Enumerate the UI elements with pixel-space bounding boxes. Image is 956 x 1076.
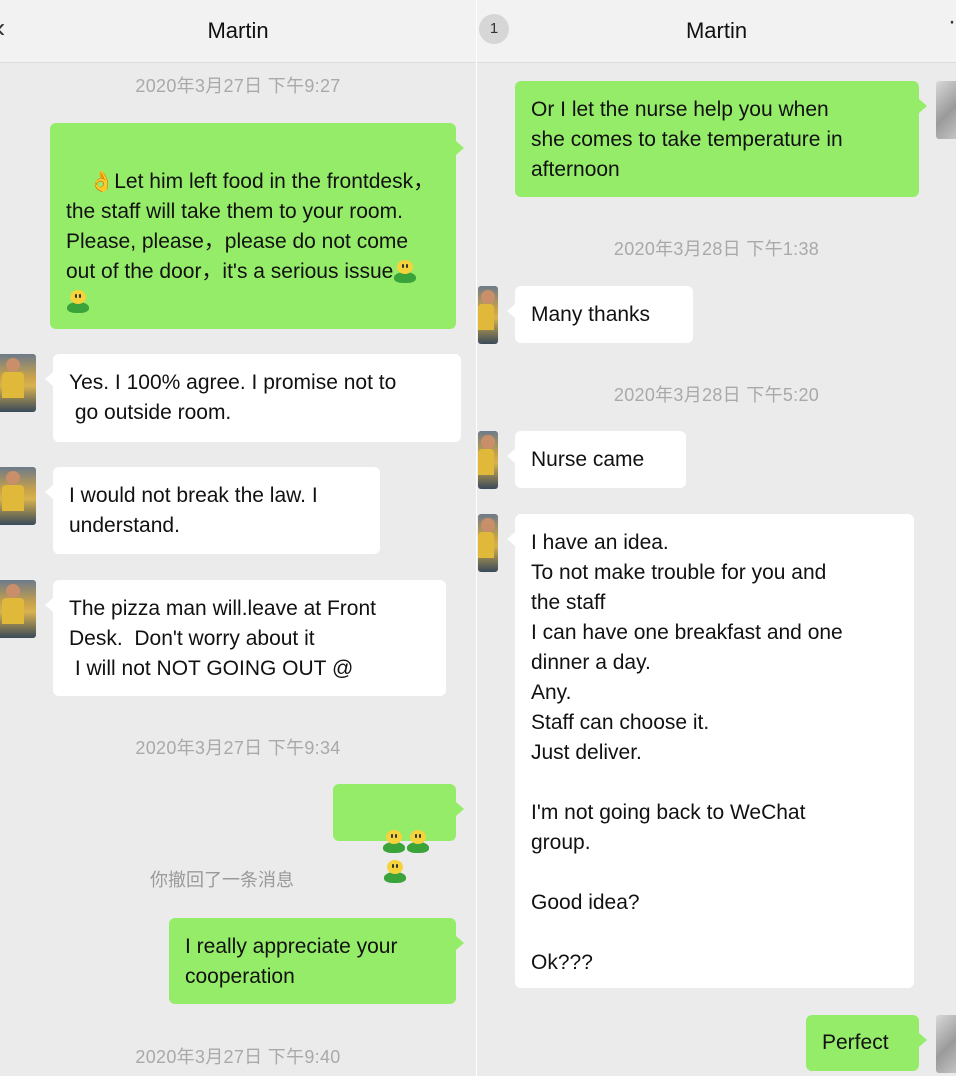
right-chat-screen: 1 Martin · Or I let the nurse help you w… xyxy=(477,0,956,1076)
timestamp: 2020年3月28日 下午5:20 xyxy=(613,385,820,405)
timestamp: 2020年3月27日 下午9:40 xyxy=(135,1047,341,1067)
message-bubble-sent[interactable]: Or I let the nurse help you when she com… xyxy=(515,81,927,197)
ok-hand-icon: 👌 xyxy=(89,171,115,193)
grinning-leaf-emoji xyxy=(407,830,430,854)
contact-avatar[interactable] xyxy=(478,286,498,344)
contact-avatar[interactable] xyxy=(478,514,498,572)
message-bubble-sent[interactable]: Perfect xyxy=(806,1015,927,1071)
chat-header: ‹ Martin xyxy=(0,0,476,63)
message-bubble-received[interactable]: Nurse came xyxy=(507,431,686,488)
message-bubble-received[interactable]: I have an idea. To not make trouble for … xyxy=(507,514,914,988)
message-bubble-sent[interactable]: 👌Let him left food in the frontdesk，the … xyxy=(50,123,464,329)
timestamp: 2020年3月28日 下午1:38 xyxy=(613,239,820,259)
message-bubble-received[interactable]: The pizza man will.leave at Front Desk. … xyxy=(45,580,446,696)
message-text: Let him left food in the frontdesk，the s… xyxy=(66,170,435,283)
message-bubble-received[interactable]: Yes. I 100% agree. I promise not to go o… xyxy=(45,354,461,442)
message-bubble-sent[interactable]: I really appreciate your cooperation xyxy=(169,918,464,1004)
contact-avatar[interactable] xyxy=(0,580,36,638)
timestamp: 2020年3月27日 下午9:27 xyxy=(135,76,341,96)
grinning-leaf-emoji xyxy=(67,290,89,314)
grinning-leaf-emoji xyxy=(383,830,406,854)
more-dots-icon[interactable]: · xyxy=(948,10,956,34)
contact-avatar[interactable] xyxy=(0,354,36,412)
message-bubble-sent-emoji[interactable] xyxy=(333,784,464,884)
self-avatar[interactable] xyxy=(936,1015,956,1073)
contact-avatar[interactable] xyxy=(478,431,498,489)
timestamp: 2020年3月27日 下午9:34 xyxy=(135,738,341,758)
left-chat-screen: ‹ Martin 2020年3月27日 下午9:27 👌Let him left… xyxy=(0,0,476,1076)
chat-header: 1 Martin · xyxy=(477,0,956,63)
contact-name: Martin xyxy=(685,18,748,43)
contact-avatar[interactable] xyxy=(0,467,36,525)
message-bubble-received[interactable]: Many thanks xyxy=(507,286,693,343)
message-bubble-received[interactable]: I would not break the law. I understand. xyxy=(45,467,380,554)
recall-notice: 你撤回了一条消息 xyxy=(150,870,294,890)
contact-name: Martin xyxy=(207,18,269,43)
self-avatar[interactable] xyxy=(936,81,956,139)
grinning-leaf-emoji xyxy=(394,260,417,284)
